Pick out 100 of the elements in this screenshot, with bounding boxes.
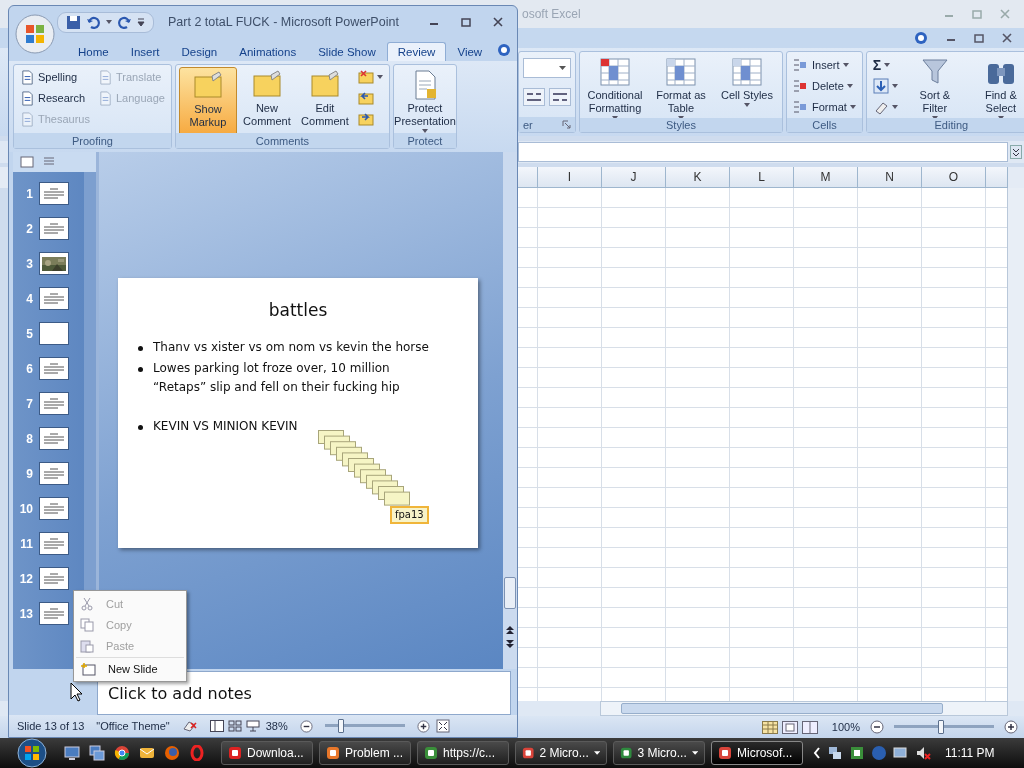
scroll-thumb[interactable]: [621, 703, 943, 714]
column-header[interactable]: O: [922, 167, 986, 188]
customize-icon[interactable]: [137, 18, 145, 27]
ribbon-tab[interactable]: Animations: [228, 41, 308, 61]
slide-thumbnail[interactable]: [39, 602, 69, 626]
clock[interactable]: 11:11 PM: [945, 746, 995, 760]
column-header[interactable]: L: [730, 167, 794, 188]
start-button[interactable]: [14, 738, 50, 768]
undo-icon[interactable]: [86, 14, 101, 30]
decrease-decimal-icon[interactable]: [549, 88, 571, 106]
redo-icon[interactable]: [117, 14, 132, 30]
page-break-icon[interactable]: [801, 720, 818, 734]
column-header[interactable]: M: [794, 167, 858, 188]
slide-thumbnail[interactable]: [39, 532, 69, 556]
monitor-icon[interactable]: [893, 745, 909, 761]
column-header[interactable]: K: [666, 167, 730, 188]
slide-thumbnail[interactable]: [39, 217, 69, 241]
slide-thumbnail[interactable]: [39, 182, 69, 206]
zoom-in-icon[interactable]: [416, 719, 430, 733]
taskbar-button[interactable]: Downloa...: [221, 741, 313, 765]
muted-speaker-icon[interactable]: [915, 745, 931, 761]
vertical-scrollbar[interactable]: [1007, 188, 1024, 701]
scroll-thumb[interactable]: [504, 577, 516, 610]
close-icon[interactable]: [1002, 33, 1012, 43]
browser-icon[interactable]: [114, 745, 130, 761]
ribbon-button[interactable]: Sort & Filter: [902, 54, 967, 122]
slides-tab-icon[interactable]: [19, 155, 35, 170]
slide-thumbnail[interactable]: [39, 567, 69, 591]
help-icon[interactable]: [914, 31, 928, 45]
ribbon-tab[interactable]: View: [446, 41, 494, 61]
zoom-slider-thumb[interactable]: [938, 720, 944, 734]
vertical-scrollbar[interactable]: [503, 152, 517, 670]
comment-marker[interactable]: fpa13: [390, 506, 429, 525]
network-icon[interactable]: [827, 745, 843, 761]
ribbon-button[interactable]: New Comment: [238, 66, 295, 135]
ribbon-tab[interactable]: Slide Show: [307, 41, 387, 61]
slide-thumbnail[interactable]: [39, 427, 69, 451]
taskbar-button[interactable]: Microsof...: [711, 741, 803, 765]
ribbon-button[interactable]: Delete: [790, 75, 859, 96]
increase-decimal-icon[interactable]: [523, 88, 545, 106]
help-icon[interactable]: [497, 42, 511, 57]
previous-slide-icon[interactable]: [505, 625, 515, 636]
taskbar-button[interactable]: https://c...: [417, 741, 509, 765]
slide-thumbnail[interactable]: [39, 252, 69, 276]
dialog-launcher-icon[interactable]: [562, 120, 571, 129]
ribbon-button[interactable]: Format: [790, 96, 859, 117]
ribbon-button[interactable]: Σ: [869, 54, 901, 75]
zoom-out-icon[interactable]: [299, 719, 313, 733]
window-switch-icon[interactable]: [89, 745, 105, 761]
ribbon-button[interactable]: Research: [17, 87, 93, 109]
zoom-in-icon[interactable]: [1004, 720, 1018, 734]
taskbar-button[interactable]: Problem ...: [319, 741, 411, 765]
slide-thumbnail[interactable]: [39, 497, 69, 521]
ribbon-button[interactable]: Edit Comment: [296, 66, 353, 135]
slide[interactable]: battles Thanv vs xister vs om nom vs kevin the horse Lowes parking lot froze over, 10 million “Retaps” slip and fell on their fucking hip KEVIN VS MINION KEVIN fpa13: [118, 278, 478, 549]
ribbon-button[interactable]: Conditional Formatting: [583, 54, 647, 122]
slide-show-icon[interactable]: [245, 720, 260, 733]
zoom-level[interactable]: 38%: [265, 720, 288, 733]
ribbon-button[interactable]: Cell Styles: [715, 54, 779, 122]
save-icon[interactable]: [66, 14, 81, 30]
slide-thumbnail[interactable]: [39, 462, 69, 486]
ribbon-tab[interactable]: Review: [386, 41, 447, 61]
taskbar-button[interactable]: 3 Micro...: [613, 741, 705, 765]
normal-view-icon[interactable]: [209, 720, 224, 733]
horizontal-scrollbar[interactable]: [600, 701, 1008, 716]
fit-to-window-icon[interactable]: [435, 719, 450, 734]
restore-icon[interactable]: [974, 33, 984, 43]
column-header[interactable]: N: [858, 167, 922, 188]
next-slide-icon[interactable]: [505, 639, 515, 650]
column-header[interactable]: J: [602, 167, 666, 188]
chevron-icon[interactable]: [813, 747, 821, 759]
slide-thumbnail[interactable]: [39, 322, 69, 346]
slide-sorter-icon[interactable]: [227, 720, 242, 733]
globe-icon[interactable]: [871, 745, 887, 761]
mail-icon[interactable]: [139, 745, 155, 761]
column-header[interactable]: I: [538, 167, 602, 188]
slide-thumbnail[interactable]: [39, 357, 69, 381]
taskbar-button[interactable]: 2 Micro...: [515, 741, 607, 765]
ribbon-tab[interactable]: Design: [170, 41, 229, 61]
ribbon-tab[interactable]: Insert: [119, 41, 171, 61]
desktop-icon[interactable]: [64, 745, 80, 761]
zoom-slider-thumb[interactable]: [337, 719, 344, 734]
menu-item[interactable]: New Slide: [76, 657, 184, 679]
expand-icon[interactable]: [1010, 145, 1022, 159]
ribbon-tab[interactable]: Home: [67, 41, 120, 61]
slide-thumbnail[interactable]: [39, 287, 69, 311]
spell-check-icon[interactable]: [181, 719, 198, 734]
office-button[interactable]: [15, 14, 55, 54]
caret-icon[interactable]: [106, 20, 112, 25]
ribbon-button[interactable]: Find & Select: [968, 54, 1024, 122]
maximize-icon[interactable]: [461, 17, 471, 28]
zoom-level[interactable]: 100%: [831, 721, 860, 733]
close-icon[interactable]: [493, 17, 503, 28]
page-layout-icon[interactable]: [781, 720, 798, 734]
zoom-out-icon[interactable]: [870, 720, 884, 734]
ribbon-button[interactable]: Spelling: [17, 66, 93, 88]
ribbon-button[interactable]: Format as Table: [649, 54, 713, 122]
tray-app-icon[interactable]: [849, 745, 865, 761]
slide-thumbnail[interactable]: [39, 392, 69, 416]
ribbon-button[interactable]: Insert: [790, 54, 859, 75]
